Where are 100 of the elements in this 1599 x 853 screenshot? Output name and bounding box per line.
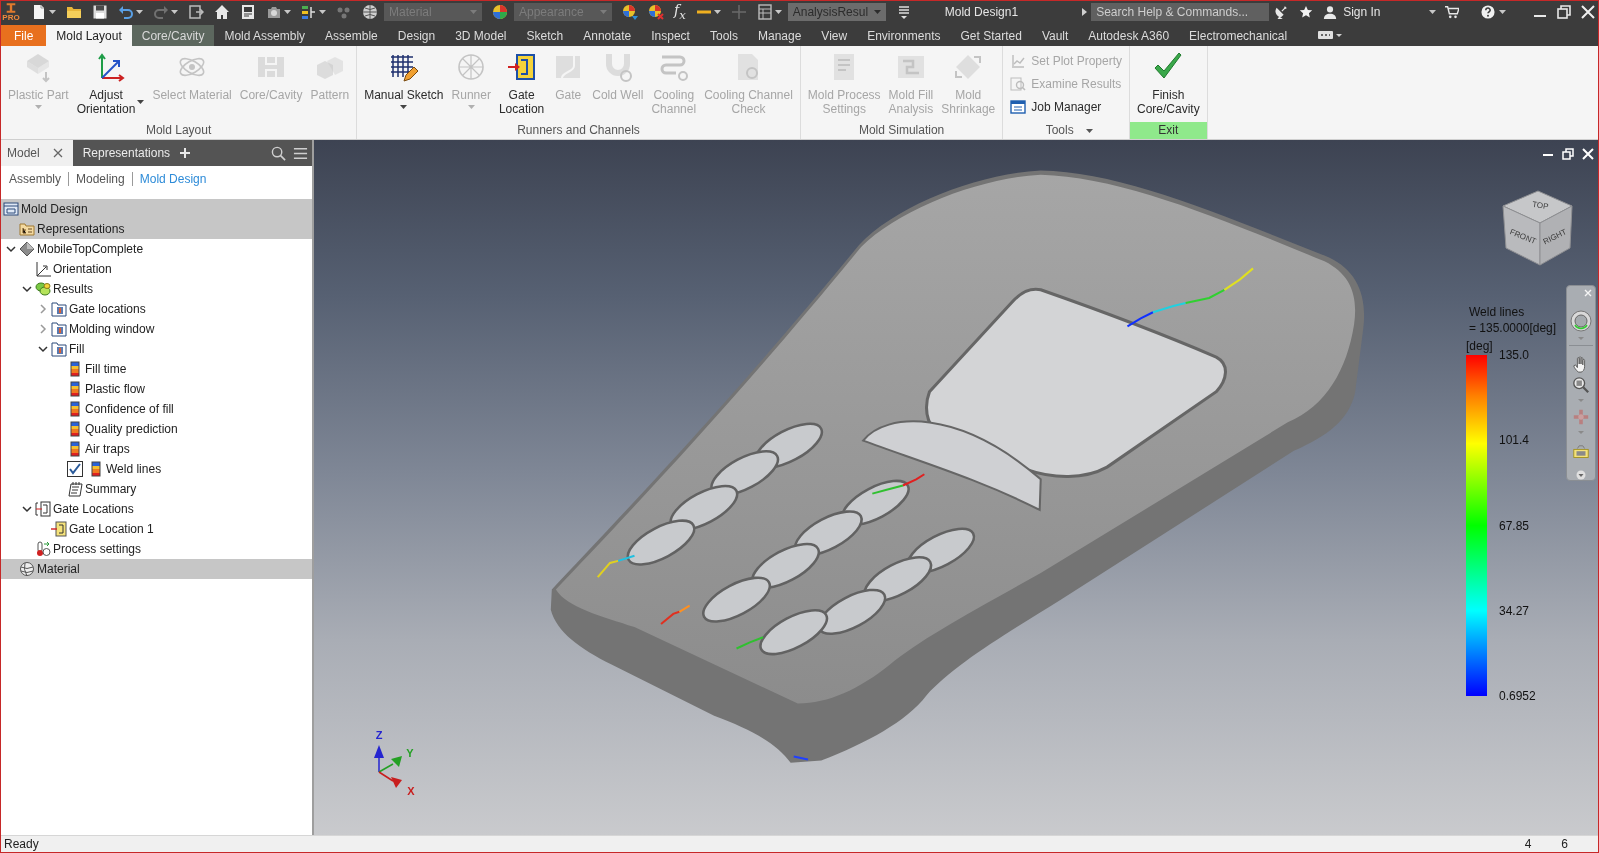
sign-in-button[interactable]: Sign In — [1343, 5, 1381, 19]
caret-icon[interactable] — [284, 10, 291, 14]
ribbon-tab[interactable]: Sketch — [516, 25, 574, 46]
ribbon-button[interactable]: Manual Sketch — [360, 46, 448, 122]
caret-icon[interactable] — [136, 10, 143, 14]
chevron-right-icon[interactable] — [38, 304, 48, 314]
tree-item[interactable]: Weld lines — [106, 462, 162, 476]
tree-item[interactable]: Quality prediction — [85, 422, 178, 436]
caret-icon[interactable] — [1498, 10, 1506, 14]
ribbon-tab[interactable]: Get Started — [950, 25, 1032, 46]
tree-item[interactable]: MobileTopComplete — [37, 242, 144, 256]
chevron-down-icon[interactable] — [22, 504, 32, 514]
tree-item[interactable]: Process settings — [53, 542, 142, 556]
tree-item[interactable]: Molding window — [69, 322, 155, 336]
person-icon[interactable] — [1323, 5, 1338, 19]
group-label: Runners and Channels — [516, 122, 641, 139]
satellite-icon[interactable] — [1274, 5, 1289, 19]
tree-item[interactable]: Air traps — [85, 442, 130, 456]
ribbon-tab[interactable]: Vault — [1031, 25, 1079, 46]
home-icon[interactable] — [214, 4, 230, 20]
caret-icon[interactable] — [1576, 470, 1586, 480]
checkbox[interactable] — [67, 461, 83, 477]
new-document-icon[interactable] — [31, 4, 47, 20]
search-icon[interactable] — [271, 145, 286, 161]
tree-item[interactable]: Gate Locations — [53, 502, 134, 516]
save-icon[interactable] — [92, 4, 108, 20]
ribbon-tab[interactable]: Electromechanical — [1179, 25, 1298, 46]
ribbon-button[interactable]: Finish Core/Cavity — [1133, 46, 1204, 122]
caret-icon[interactable] — [319, 10, 326, 14]
ribbon-button[interactable]: Adjust Orientation — [72, 46, 149, 122]
ribbon-button[interactable]: Job Manager — [1006, 95, 1106, 118]
logo-icon[interactable] — [5, 2, 17, 13]
tree-item[interactable]: Representations — [37, 222, 125, 236]
ribbon-tab[interactable]: 3D Model — [445, 25, 517, 46]
caret-icon[interactable] — [1428, 10, 1436, 14]
chevron-right-icon[interactable] — [38, 324, 48, 334]
tree-item[interactable]: Orientation — [53, 262, 112, 276]
cluster-icon — [35, 281, 51, 297]
ribbon-tab[interactable]: Mold Assembly — [214, 25, 316, 46]
panel-tab[interactable]: Model — [1, 140, 73, 166]
triangle-right-icon[interactable] — [1082, 8, 1088, 16]
star-icon[interactable] — [1299, 5, 1314, 19]
caret-icon[interactable] — [1085, 128, 1093, 133]
caret-icon[interactable] — [171, 10, 178, 14]
formula-button[interactable]: f$_{x}$ — [674, 1, 686, 23]
tree-item[interactable]: Summary — [85, 482, 137, 496]
menu-icon[interactable] — [293, 145, 308, 161]
tree-item[interactable]: Fill time — [85, 362, 127, 376]
ribbon-tab[interactable]: Design — [387, 25, 446, 46]
chevron-down-icon[interactable] — [22, 284, 32, 294]
chevron-down-icon[interactable] — [38, 344, 48, 354]
panel-tab[interactable]: Representations — [74, 140, 181, 166]
ribbon-tab[interactable]: Annotate — [573, 25, 642, 46]
undo-icon[interactable] — [118, 4, 134, 20]
ribbon-tab[interactable]: View — [811, 25, 858, 46]
caret-icon[interactable] — [713, 10, 721, 14]
help-icon[interactable] — [1480, 5, 1495, 19]
cart-icon[interactable] — [1444, 5, 1459, 19]
bracket-tile-icon — [51, 521, 67, 537]
tree-item[interactable]: Gate Location 1 — [69, 522, 154, 536]
tree-item[interactable]: Confidence of fill — [85, 402, 174, 416]
color-ball-icon[interactable] — [492, 4, 508, 20]
caret-icon[interactable] — [774, 10, 782, 14]
tree-item[interactable]: Plastic flow — [85, 382, 146, 396]
ribbon-tab[interactable]: Core/Cavity — [131, 25, 215, 46]
tree-item[interactable]: Fill — [69, 342, 85, 356]
ribbon-tab[interactable]: Environments — [857, 25, 951, 46]
tree-item[interactable]: Gate locations — [69, 302, 146, 316]
filter-link[interactable]: Mold Design — [132, 172, 214, 186]
color-ball-cross-icon[interactable] — [648, 4, 664, 20]
ribbon-tab[interactable]: Inspect — [641, 25, 700, 46]
search-field[interactable]: Search Help & Commands... — [1091, 3, 1270, 21]
color-bars-icon[interactable] — [301, 4, 317, 20]
filter-link[interactable]: Modeling — [69, 172, 132, 186]
caret-icon[interactable] — [49, 10, 56, 14]
filter-link[interactable]: Assembly — [2, 172, 68, 186]
dots-tile-icon[interactable] — [1317, 28, 1344, 41]
restore-icon[interactable] — [1557, 5, 1571, 19]
add-icon[interactable] — [180, 148, 191, 158]
ribbon-tab[interactable]: Tools — [699, 25, 748, 46]
gradient-bar-icon — [67, 441, 83, 457]
tree-item[interactable]: Mold Design — [21, 202, 88, 216]
ribbon-button[interactable]: Gate Location — [494, 46, 549, 122]
chevron-down-icon[interactable] — [6, 244, 16, 254]
ribbon-tab[interactable]: Manage — [747, 25, 812, 46]
color-ball-icon[interactable] — [622, 4, 638, 20]
tree-item[interactable]: Material — [37, 562, 80, 576]
form-icon[interactable] — [240, 4, 256, 20]
ribbon-tab[interactable]: Assemble — [315, 25, 388, 46]
ring-icon[interactable] — [1570, 310, 1592, 332]
camera-icon[interactable] — [266, 4, 282, 20]
ribbon-tab[interactable]: Mold Layout — [46, 25, 132, 46]
ribbon-tab[interactable]: Autodesk A360 — [1078, 25, 1180, 46]
close-icon[interactable] — [52, 148, 63, 158]
restore-icon[interactable] — [1562, 148, 1574, 160]
folder-icon[interactable] — [66, 4, 82, 20]
magnifier-icon[interactable] — [1572, 376, 1590, 394]
table-icon[interactable] — [756, 4, 773, 20]
tree-item[interactable]: Results — [53, 282, 93, 296]
globe-icon[interactable] — [362, 4, 378, 20]
